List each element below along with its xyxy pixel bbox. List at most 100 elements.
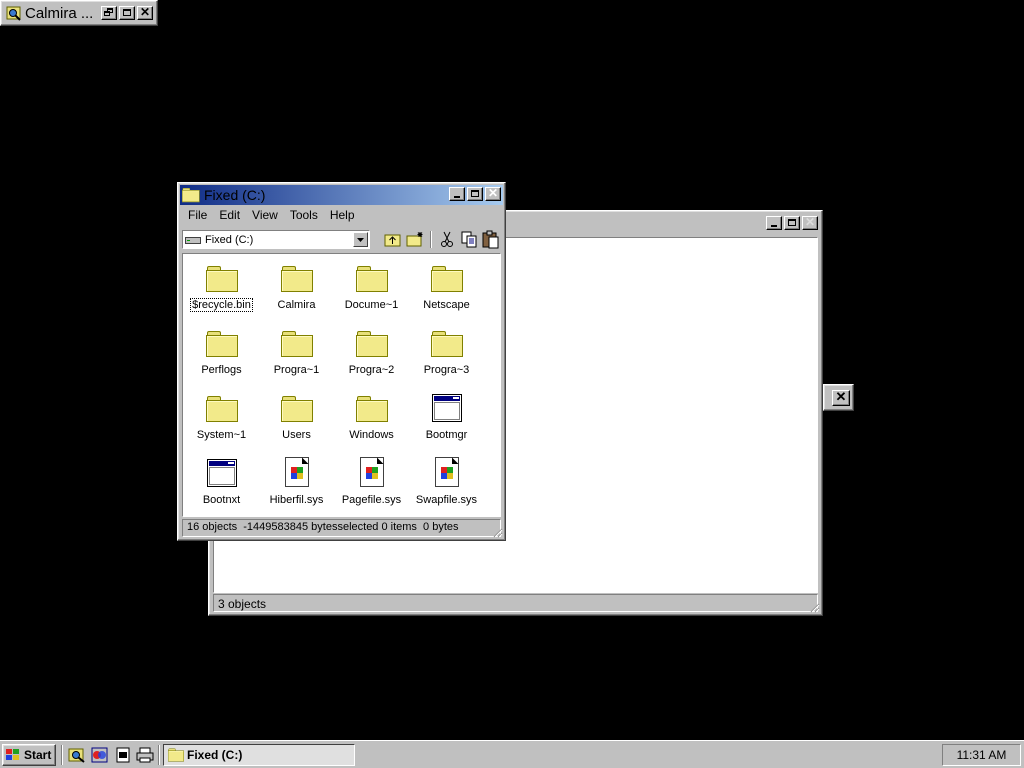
folder-icon — [430, 260, 463, 292]
folder-icon — [355, 260, 388, 292]
new-folder-button[interactable] — [404, 229, 426, 250]
paste-icon — [482, 230, 499, 249]
clock[interactable]: 11:31 AM — [957, 748, 1007, 762]
back-resize-grip-icon[interactable] — [808, 601, 820, 613]
application-icon — [206, 455, 237, 487]
file-item[interactable]: Docume~1 — [334, 260, 409, 325]
back-status-text: 3 objects — [218, 597, 267, 611]
floating-close-button[interactable]: ✕ — [832, 389, 850, 406]
system-tray: 11:31 AM — [942, 744, 1021, 766]
file-item[interactable]: Perflogs — [184, 325, 259, 390]
folder-icon — [430, 325, 463, 357]
folder-icon — [280, 390, 313, 422]
file-item[interactable]: Bootmgr — [409, 390, 484, 455]
hard-drive-icon — [185, 236, 201, 244]
calmira-maximize-button[interactable] — [119, 6, 135, 20]
folder-icon — [355, 325, 388, 357]
menu-help[interactable]: Help — [324, 207, 361, 225]
file-item-label: Bootmgr — [425, 429, 468, 441]
drive-window[interactable]: Fixed (C:) ✕ File Edit View Tools Help F… — [177, 182, 506, 541]
task-label: Fixed (C:) — [187, 748, 243, 762]
file-item[interactable]: Pagefile.sys — [334, 455, 409, 520]
windows-logo-icon — [6, 749, 19, 760]
task-button-fixed-c[interactable]: Fixed (C:) — [163, 744, 355, 766]
folder-icon — [182, 187, 200, 203]
drive-window-titlebar[interactable]: Fixed (C:) ✕ — [180, 185, 503, 205]
file-item-label: Perflogs — [201, 364, 242, 376]
calmira-restore-button[interactable] — [101, 6, 117, 20]
explorer-icon — [68, 748, 85, 763]
drive-statusbar: 16 objects -1449583845 bytesselected 0 i… — [182, 519, 501, 537]
file-item[interactable]: Progra~3 — [409, 325, 484, 390]
back-minimize-button[interactable] — [766, 216, 782, 230]
toolbar: Fixed (C:) — [182, 229, 501, 251]
file-item[interactable]: System~1 — [184, 390, 259, 455]
folder-icon — [280, 325, 313, 357]
quicklaunch-notepad[interactable] — [115, 747, 131, 766]
drive-minimize-button[interactable] — [449, 187, 465, 201]
menu-view[interactable]: View — [246, 207, 284, 225]
file-item-label: Users — [282, 429, 311, 441]
file-item[interactable]: Swapfile.sys — [409, 455, 484, 520]
file-item-label: Netscape — [423, 299, 470, 311]
file-item[interactable]: Calmira — [259, 260, 334, 325]
file-item-label: Progra~3 — [423, 364, 470, 376]
quicklaunch-control[interactable] — [91, 747, 109, 766]
file-item[interactable]: Users — [259, 390, 334, 455]
menu-file[interactable]: File — [182, 207, 213, 225]
floating-close-panel[interactable]: ✕ — [823, 384, 854, 411]
back-window-statusbar: 3 objects — [213, 594, 818, 612]
new-folder-icon — [406, 232, 423, 247]
file-item-label: Calmira — [277, 299, 316, 311]
back-maximize-button[interactable] — [784, 216, 800, 230]
document-icon — [116, 747, 130, 763]
scissors-icon — [441, 231, 453, 247]
copy-icon — [461, 231, 477, 248]
system-file-icon — [284, 455, 309, 487]
file-item[interactable]: Bootnxt — [184, 455, 259, 520]
file-list[interactable]: $recycle.bin Calmira Docume~1 Netscape Perfl… — [182, 253, 501, 517]
paste-button[interactable] — [480, 229, 502, 250]
drive-resize-grip-icon[interactable] — [491, 526, 503, 538]
menu-bar: File Edit View Tools Help — [182, 207, 361, 225]
file-item[interactable]: Progra~1 — [259, 325, 334, 390]
file-item[interactable]: Hiberfil.sys — [259, 455, 334, 520]
status-objects: 16 objects -1449583845 bytes — [187, 521, 338, 533]
drive-select-value: Fixed (C:) — [205, 233, 254, 246]
file-item[interactable]: Netscape — [409, 260, 484, 325]
drive-maximize-button[interactable] — [467, 187, 483, 201]
file-item[interactable]: Progra~2 — [334, 325, 409, 390]
cut-button[interactable] — [436, 229, 458, 250]
drive-close-button[interactable]: ✕ — [485, 186, 501, 201]
taskbar: Start Fixed (C:) 11:31 AM — [0, 740, 1024, 768]
system-file-icon — [434, 455, 459, 487]
calmira-close-button[interactable]: ✕ — [137, 5, 153, 20]
back-close-button[interactable]: ✕ — [802, 215, 818, 230]
file-item-label: Windows — [349, 429, 394, 441]
file-item[interactable]: Windows — [334, 390, 409, 455]
file-item-label: $recycle.bin — [190, 298, 253, 312]
file-item-label: Bootnxt — [202, 494, 241, 506]
calmira-window-bar[interactable]: Calmira ... ✕ — [0, 0, 158, 26]
quicklaunch-printer[interactable] — [136, 747, 154, 766]
drive-window-title: Fixed (C:) — [204, 187, 266, 203]
status-selected: selected 0 items 0 bytes — [337, 521, 459, 533]
start-button[interactable]: Start — [2, 744, 56, 766]
menu-tools[interactable]: Tools — [284, 207, 324, 225]
menu-edit[interactable]: Edit — [213, 207, 246, 225]
file-item-label: System~1 — [196, 429, 247, 441]
up-folder-button[interactable] — [382, 229, 404, 250]
copy-button[interactable] — [458, 229, 480, 250]
quicklaunch-explorer[interactable] — [68, 747, 86, 766]
folder-icon — [205, 325, 238, 357]
drive-select-arrow[interactable] — [353, 232, 368, 247]
drive-select[interactable]: Fixed (C:) — [182, 230, 370, 249]
task-folder-icon — [168, 748, 184, 762]
file-item-label: Hiberfil.sys — [269, 494, 324, 506]
calmira-titlebar[interactable]: Calmira ... ✕ — [3, 3, 155, 23]
application-icon — [431, 390, 462, 422]
file-item-label: Pagefile.sys — [341, 494, 402, 506]
chevron-down-icon — [357, 238, 364, 242]
file-item[interactable]: $recycle.bin — [184, 260, 259, 325]
taskbar-separator-2 — [158, 745, 160, 765]
